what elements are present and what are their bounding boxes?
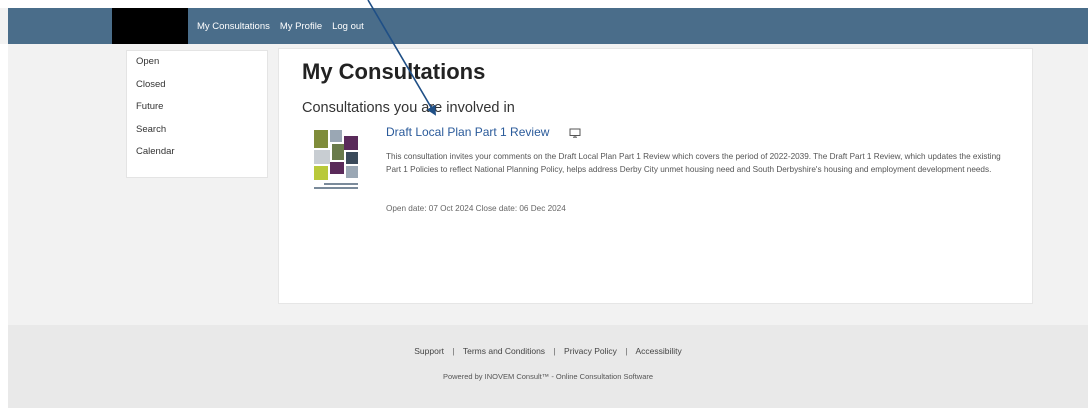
left-edge <box>0 44 8 408</box>
thumb-caption <box>314 183 358 189</box>
redacted-logo <box>112 8 188 44</box>
consultation-dates: Open date: 07 Oct 2024 Close date: 06 De… <box>386 204 566 213</box>
thumb-square-1 <box>314 130 328 148</box>
footer-separator: | <box>553 346 556 356</box>
footer-support-link[interactable]: Support <box>414 346 444 356</box>
section-heading: Consultations you are involved in <box>302 100 515 116</box>
thumb-square-6 <box>346 152 358 164</box>
top-navbar: My Consultations My Profile Log out <box>8 8 1088 44</box>
consultation-description: This consultation invites your comments … <box>386 152 1001 174</box>
top-strip <box>0 0 1088 8</box>
thumb-square-2 <box>330 130 342 142</box>
footer-privacy-link[interactable]: Privacy Policy <box>564 346 617 356</box>
main-panel: My Consultations Consultations you are i… <box>278 48 1033 304</box>
page-title: My Consultations <box>302 59 486 84</box>
sidebar-item-search[interactable]: Search <box>136 123 267 146</box>
sidebar-item-future[interactable]: Future <box>136 100 267 123</box>
thumb-square-5 <box>332 144 344 160</box>
footer-powered-by: Powered by INOVEM Consult™ - Online Cons… <box>442 372 654 381</box>
nav-log-out[interactable]: Log out <box>332 21 364 32</box>
nav-my-consultations[interactable]: My Consultations <box>197 21 270 32</box>
monitor-icon <box>569 128 581 138</box>
thumb-square-9 <box>346 166 358 178</box>
thumb-square-3 <box>344 136 358 150</box>
footer-separator: | <box>452 346 455 356</box>
footer-separator: | <box>625 346 628 356</box>
sidebar-item-calendar[interactable]: Calendar <box>136 145 267 168</box>
thumb-square-7 <box>314 166 328 180</box>
thumb-square-8 <box>330 162 344 174</box>
footer: Support | Terms and Conditions | Privacy… <box>8 325 1088 408</box>
nav-links: My Consultations My Profile Log out <box>197 8 364 44</box>
consultation-title-link[interactable]: Draft Local Plan Part 1 Review <box>386 125 549 139</box>
sidebar-item-open[interactable]: Open <box>136 55 267 78</box>
thumb-square-4 <box>314 150 330 164</box>
nav-my-profile[interactable]: My Profile <box>280 21 322 32</box>
sidebar-list: Open Closed Future Search Calendar <box>127 51 267 168</box>
sidebar-item-closed[interactable]: Closed <box>136 78 267 101</box>
footer-links: Support | Terms and Conditions | Privacy… <box>8 346 1088 356</box>
footer-terms-link[interactable]: Terms and Conditions <box>463 346 545 356</box>
consultation-thumbnail[interactable] <box>312 128 360 192</box>
sidebar: Open Closed Future Search Calendar <box>126 50 268 178</box>
footer-accessibility-link[interactable]: Accessibility <box>635 346 681 356</box>
